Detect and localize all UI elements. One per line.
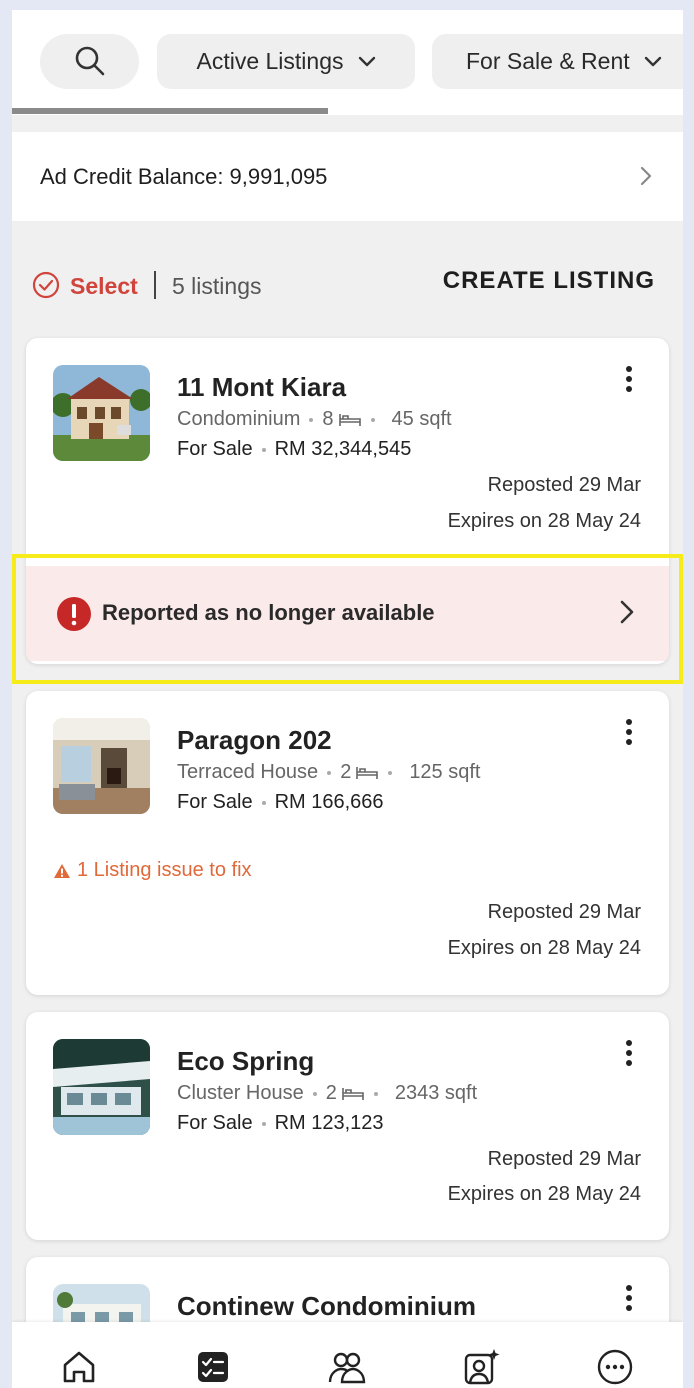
separator-dot (312, 1091, 317, 1096)
listing-title: Continew Condominium (177, 1291, 476, 1321)
bed-icon (356, 766, 379, 779)
select-check-icon[interactable] (32, 271, 60, 299)
expiry-date: Expires on 28 May 24 (447, 937, 641, 959)
listing-thumbnail (53, 365, 150, 461)
contacts-icon[interactable] (328, 1348, 366, 1386)
home-icon[interactable] (60, 1348, 98, 1386)
listing-title: Paragon 202 (177, 725, 332, 755)
listing-card[interactable]: Eco Spring Cluster House 2 2343 sqft For… (26, 1012, 669, 1240)
listing-thumbnail (53, 718, 150, 814)
listing-card[interactable]: Paragon 202 Terraced House 2 125 sqft Fo… (26, 691, 669, 995)
listing-issue-label: 1 Listing issue to fix (77, 859, 252, 881)
property-type: Cluster House (177, 1082, 304, 1104)
search-button[interactable] (40, 34, 139, 89)
listing-price-row: For Sale RM 32,344,545 (177, 438, 411, 461)
reposted-date: Reposted 29 Mar (487, 474, 641, 496)
bedroom-count: 2 (340, 761, 352, 783)
reposted-date: Reposted 29 Mar (487, 1148, 641, 1170)
status-filter-dropdown[interactable]: Active Listings (157, 34, 415, 89)
separator-dot (327, 770, 332, 775)
listings-icon[interactable] (194, 1348, 232, 1386)
more-options-icon[interactable] (621, 366, 637, 396)
property-type: Condominium (177, 408, 301, 430)
listing-price: RM 32,344,545 (274, 438, 412, 460)
chevron-down-icon (644, 56, 661, 66)
separator-dot (373, 1091, 378, 1096)
floor-size: 125 sqft (409, 761, 481, 783)
listing-title: Eco Spring (177, 1046, 315, 1076)
listing-price-row: For Sale RM 166,666 (177, 791, 384, 814)
listing-type: For Sale (177, 791, 253, 813)
bedroom-count: 2 (325, 1082, 337, 1104)
separator-dot (261, 1121, 266, 1126)
listing-price-row: For Sale RM 123,123 (177, 1112, 384, 1135)
alert-icon (57, 597, 91, 631)
listing-price: RM 123,123 (274, 1112, 384, 1134)
bottom-navigation (12, 1322, 683, 1388)
app-screen: Active Listings For Sale & Rent Ad Credi… (12, 10, 683, 1388)
listing-details: Condominium 8 45 sqft (177, 408, 452, 431)
more-options-icon[interactable] (621, 1285, 637, 1315)
expiry-date: Expires on 28 May 24 (447, 1183, 641, 1205)
listing-title: 11 Mont Kiara (177, 372, 347, 402)
chevron-down-icon (358, 56, 375, 66)
create-listing-button[interactable]: CREATE LISTING (443, 267, 655, 295)
listing-issue-link[interactable]: 1 Listing issue to fix (53, 859, 252, 882)
reported-label: Reported as no longer available (102, 600, 435, 625)
listing-type: For Sale (177, 1112, 253, 1134)
divider (154, 271, 156, 299)
separator-dot (388, 770, 393, 775)
bedroom-count: 8 (322, 408, 334, 430)
listing-details: Cluster House 2 2343 sqft (177, 1082, 477, 1105)
profile-sparkle-icon[interactable] (462, 1348, 500, 1386)
more-options-icon[interactable] (621, 1040, 637, 1070)
expiry-date: Expires on 28 May 24 (447, 510, 641, 532)
more-icon[interactable] (596, 1348, 634, 1386)
reposted-date: Reposted 29 Mar (487, 901, 641, 923)
separator-dot (261, 447, 266, 452)
type-filter-label: For Sale & Rent (466, 48, 630, 74)
select-button[interactable]: Select (70, 273, 138, 300)
separator-dot (261, 800, 266, 805)
bed-icon (342, 1087, 364, 1100)
listing-type: For Sale (177, 438, 253, 460)
chevron-right-icon (620, 600, 634, 624)
filter-scroll-indicator (12, 108, 328, 114)
listing-count: 5 listings (172, 273, 262, 299)
more-options-icon[interactable] (621, 719, 637, 749)
filter-bar: Active Listings For Sale & Rent (12, 10, 683, 115)
ad-credit-row[interactable]: Ad Credit Balance: 9,991,095 (12, 132, 683, 221)
separator-dot (309, 417, 314, 422)
floor-size: 45 sqft (391, 408, 452, 430)
reported-banner[interactable]: Reported as no longer available (26, 566, 669, 661)
warning-icon (54, 863, 70, 878)
listing-toolbar: Select 5 listings CREATE LISTING (12, 260, 683, 310)
listing-price: RM 166,666 (274, 791, 384, 813)
property-type: Terraced House (177, 761, 319, 783)
separator-dot (370, 417, 375, 422)
type-filter-dropdown[interactable]: For Sale & Rent (432, 34, 683, 89)
listing-thumbnail (53, 1039, 150, 1135)
status-filter-label: Active Listings (196, 48, 344, 74)
search-icon (75, 46, 104, 75)
ad-credit-label: Ad Credit Balance: 9,991,095 (40, 163, 328, 189)
bed-icon (338, 413, 361, 426)
chevron-right-icon (640, 166, 652, 186)
floor-size: 2343 sqft (394, 1082, 478, 1104)
listing-details: Terraced House 2 125 sqft (177, 761, 480, 784)
listing-card[interactable]: 11 Mont Kiara Condominium 8 45 sqft For … (26, 338, 669, 664)
